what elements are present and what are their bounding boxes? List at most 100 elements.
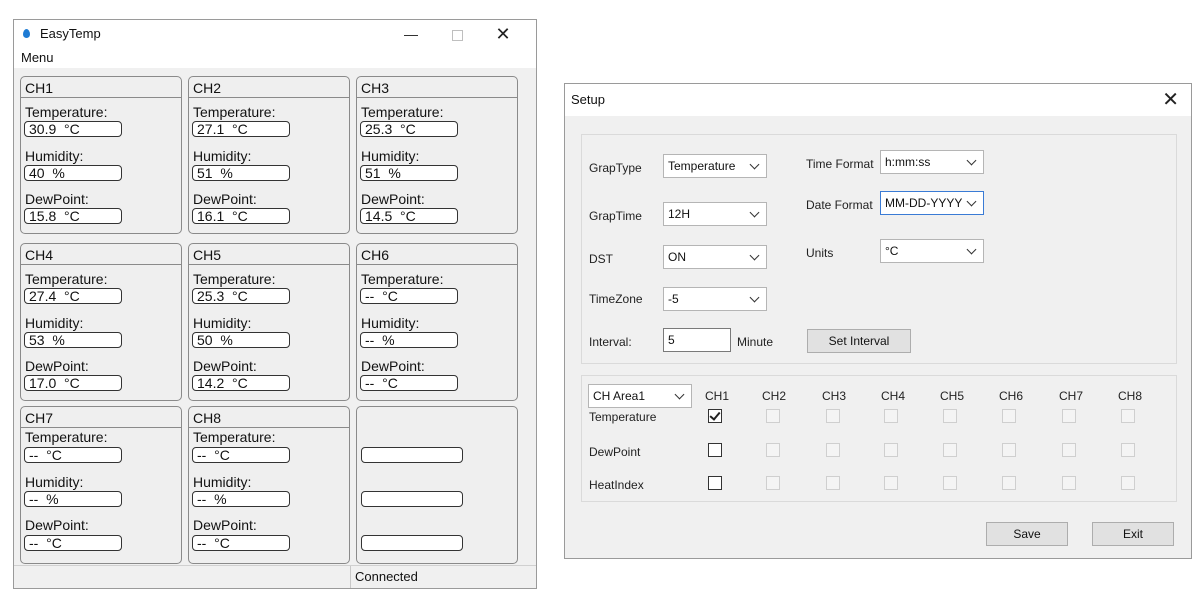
chevron-down-icon bbox=[673, 385, 687, 407]
humidity-label: Humidity: bbox=[25, 148, 84, 164]
temperature-value: 27.4 °C bbox=[24, 288, 122, 304]
temperature-label: Temperature: bbox=[25, 271, 108, 287]
channel-name: CH1 bbox=[25, 80, 54, 96]
chevron-down-icon bbox=[965, 192, 979, 214]
humidity-value: -- % bbox=[24, 491, 122, 507]
close-button[interactable]: ✕ bbox=[480, 20, 526, 48]
heatindex-ch1-checkbox[interactable] bbox=[708, 476, 722, 490]
window-title: EasyTemp bbox=[40, 26, 101, 41]
dewpoint-ch6-checkbox bbox=[1002, 443, 1016, 457]
set-interval-button[interactable]: Set Interval bbox=[807, 329, 911, 353]
interval-input[interactable]: 5 bbox=[663, 328, 731, 352]
humidity-label: Humidity: bbox=[25, 315, 84, 331]
dewpoint-ch2-checkbox bbox=[766, 443, 780, 457]
time-format-select[interactable]: h:mm:ss bbox=[880, 150, 984, 174]
row-label-temperature: Temperature bbox=[589, 410, 657, 424]
row-label-heatindex: HeatIndex bbox=[589, 478, 644, 492]
temperature-ch4-checkbox bbox=[884, 409, 898, 423]
date-format-label: Date Format bbox=[806, 198, 873, 212]
temperature-value: 25.3 °C bbox=[192, 288, 290, 304]
status-bar: Connected bbox=[14, 565, 536, 588]
temperature-label: Temperature: bbox=[25, 429, 108, 445]
maximize-button[interactable] bbox=[434, 20, 480, 48]
dewpoint-label: DewPoint: bbox=[361, 358, 425, 374]
easytemp-window: EasyTemp — ✕ Menu CH1 Temperature: 30.9 … bbox=[13, 19, 537, 589]
ch-area-select[interactable]: CH Area1 bbox=[588, 384, 692, 408]
graph-type-select[interactable]: Temperature bbox=[663, 154, 767, 178]
date-format-value: MM-DD-YYYY bbox=[885, 196, 963, 210]
dewpoint-label: DewPoint: bbox=[193, 517, 257, 533]
temperature-label: Temperature: bbox=[193, 271, 276, 287]
heatindex-ch8-checkbox bbox=[1121, 476, 1135, 490]
date-format-select[interactable]: MM-DD-YYYY bbox=[880, 191, 984, 215]
interval-label: Interval: bbox=[589, 335, 632, 349]
setup-close-button[interactable]: ✕ bbox=[1162, 87, 1179, 112]
dewpoint-value: 14.2 °C bbox=[192, 375, 290, 391]
temperature-ch3-checkbox bbox=[826, 409, 840, 423]
humidity-label: Humidity: bbox=[25, 474, 84, 490]
dewpoint-ch5-checkbox bbox=[943, 443, 957, 457]
heatindex-ch4-checkbox bbox=[884, 476, 898, 490]
temperature-ch1-checkbox[interactable] bbox=[708, 409, 722, 423]
channel-panel-ch1: CH1 Temperature: 30.9 °C Humidity: 40 % … bbox=[20, 76, 182, 234]
setup-title-bar: Setup ✕ bbox=[565, 84, 1191, 116]
chevron-down-icon bbox=[748, 203, 762, 225]
humidity-value: -- % bbox=[360, 332, 458, 348]
empty-field bbox=[361, 491, 463, 507]
interval-unit: Minute bbox=[737, 335, 774, 349]
temperature-label: Temperature: bbox=[193, 429, 276, 445]
dewpoint-value: -- °C bbox=[24, 535, 122, 551]
menu-item-menu[interactable]: Menu bbox=[21, 50, 54, 65]
dewpoint-label: DewPoint: bbox=[193, 191, 257, 207]
temperature-label: Temperature: bbox=[193, 104, 276, 120]
graph-time-select[interactable]: 12H bbox=[663, 202, 767, 226]
heatindex-ch3-checkbox bbox=[826, 476, 840, 490]
temperature-label: Temperature: bbox=[361, 104, 444, 120]
heatindex-ch2-checkbox bbox=[766, 476, 780, 490]
humidity-label: Humidity: bbox=[361, 315, 420, 331]
channel-name: CH7 bbox=[25, 410, 54, 426]
empty-field bbox=[361, 447, 463, 463]
dewpoint-ch8-checkbox bbox=[1121, 443, 1135, 457]
dewpoint-value: 14.5 °C bbox=[360, 208, 458, 224]
temperature-value: 27.1 °C bbox=[192, 121, 290, 137]
chevron-down-icon bbox=[748, 246, 762, 268]
timezone-select[interactable]: -5 bbox=[663, 287, 767, 311]
channel-name: CH3 bbox=[361, 80, 390, 96]
chevron-down-icon bbox=[965, 151, 979, 173]
dewpoint-value: -- °C bbox=[192, 535, 290, 551]
ch-area-value: CH Area1 bbox=[593, 389, 646, 403]
channel-name: CH2 bbox=[193, 80, 222, 96]
chevron-down-icon bbox=[748, 155, 762, 177]
channel-panel-ch8: CH8 Temperature: -- °C Humidity: -- % De… bbox=[188, 406, 350, 564]
units-select[interactable]: °C bbox=[880, 239, 984, 263]
chevron-down-icon bbox=[965, 240, 979, 262]
dewpoint-value: -- °C bbox=[360, 375, 458, 391]
time-format-label: Time Format bbox=[806, 157, 874, 171]
humidity-label: Humidity: bbox=[193, 148, 252, 164]
temperature-value: -- °C bbox=[192, 447, 290, 463]
humidity-label: Humidity: bbox=[361, 148, 420, 164]
timezone-label: TimeZone bbox=[589, 292, 643, 306]
exit-button[interactable]: Exit bbox=[1092, 522, 1174, 546]
column-header-ch8: CH8 bbox=[1118, 389, 1143, 403]
timezone-value: -5 bbox=[668, 292, 679, 306]
temperature-ch5-checkbox bbox=[943, 409, 957, 423]
chevron-down-icon bbox=[748, 288, 762, 310]
droplet-icon bbox=[23, 29, 30, 38]
dewpoint-ch1-checkbox[interactable] bbox=[708, 443, 722, 457]
connection-status: Connected bbox=[355, 569, 418, 584]
channel-grid: CH1 Temperature: 30.9 °C Humidity: 40 % … bbox=[20, 76, 525, 566]
save-button[interactable]: Save bbox=[986, 522, 1068, 546]
column-header-ch2: CH2 bbox=[762, 389, 787, 403]
temperature-value: 25.3 °C bbox=[360, 121, 458, 137]
dst-select[interactable]: ON bbox=[663, 245, 767, 269]
dst-value: ON bbox=[668, 250, 686, 264]
temperature-ch8-checkbox bbox=[1121, 409, 1135, 423]
maximize-icon bbox=[451, 29, 463, 41]
humidity-label: Humidity: bbox=[193, 474, 252, 490]
setup-title: Setup bbox=[571, 92, 605, 107]
minimize-button[interactable]: — bbox=[388, 20, 434, 48]
heatindex-ch6-checkbox bbox=[1002, 476, 1016, 490]
humidity-value: 50 % bbox=[192, 332, 290, 348]
